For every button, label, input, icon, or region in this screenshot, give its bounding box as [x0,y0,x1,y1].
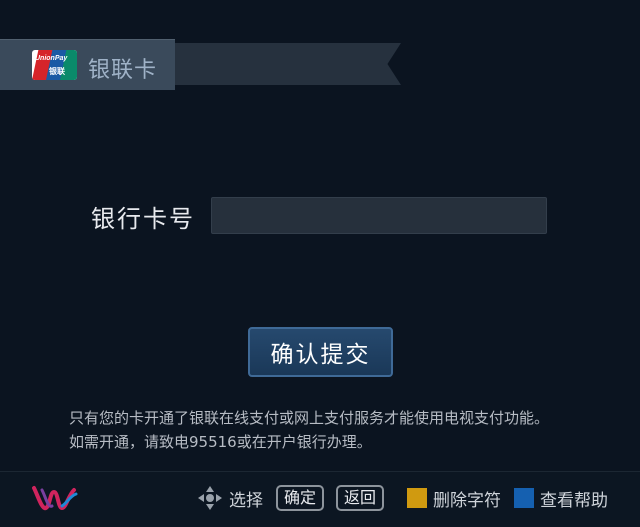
ok-key: 确定 [276,485,325,511]
submit-button[interactable]: 确认提交 [248,327,393,377]
help-hint: 查看帮助 [514,485,608,511]
page-title: 银联卡 [88,58,158,83]
blue-key-icon [514,488,534,508]
back-hint: 返回 [336,485,385,511]
delete-hint: 删除字符 [407,485,501,511]
unionpay-logo: UnionPay 银联 [32,50,77,80]
help-label: 查看帮助 [540,490,608,511]
dpad-icon [198,486,222,510]
logo-text: UnionPay [35,55,68,62]
yellow-key-icon [407,488,427,508]
notice-line-1: 只有您的卡开通了银联在线支付或网上支付服务才能使用电视支付功能。 [69,409,550,427]
notice-line-2: 如需开通，请致电95516或在开户银行办理。 [69,433,372,451]
brand-logo-icon [32,486,78,511]
logo-cn-text: 银联 [49,67,65,76]
header-ribbon [175,43,401,85]
card-number-input[interactable] [211,197,547,234]
ok-hint: 确定 [276,485,325,511]
select-label: 选择 [229,490,263,511]
card-number-label: 银行卡号 [91,205,195,233]
header: UnionPay 银联 银联卡 [0,39,401,90]
delete-label: 删除字符 [433,490,501,511]
back-key: 返回 [336,485,385,511]
header-tab: UnionPay 银联 银联卡 [0,39,175,90]
footer-bar: 选择 确定 返回 删除字符 查看帮助 [0,471,640,527]
select-hint: 选择 [197,485,263,511]
